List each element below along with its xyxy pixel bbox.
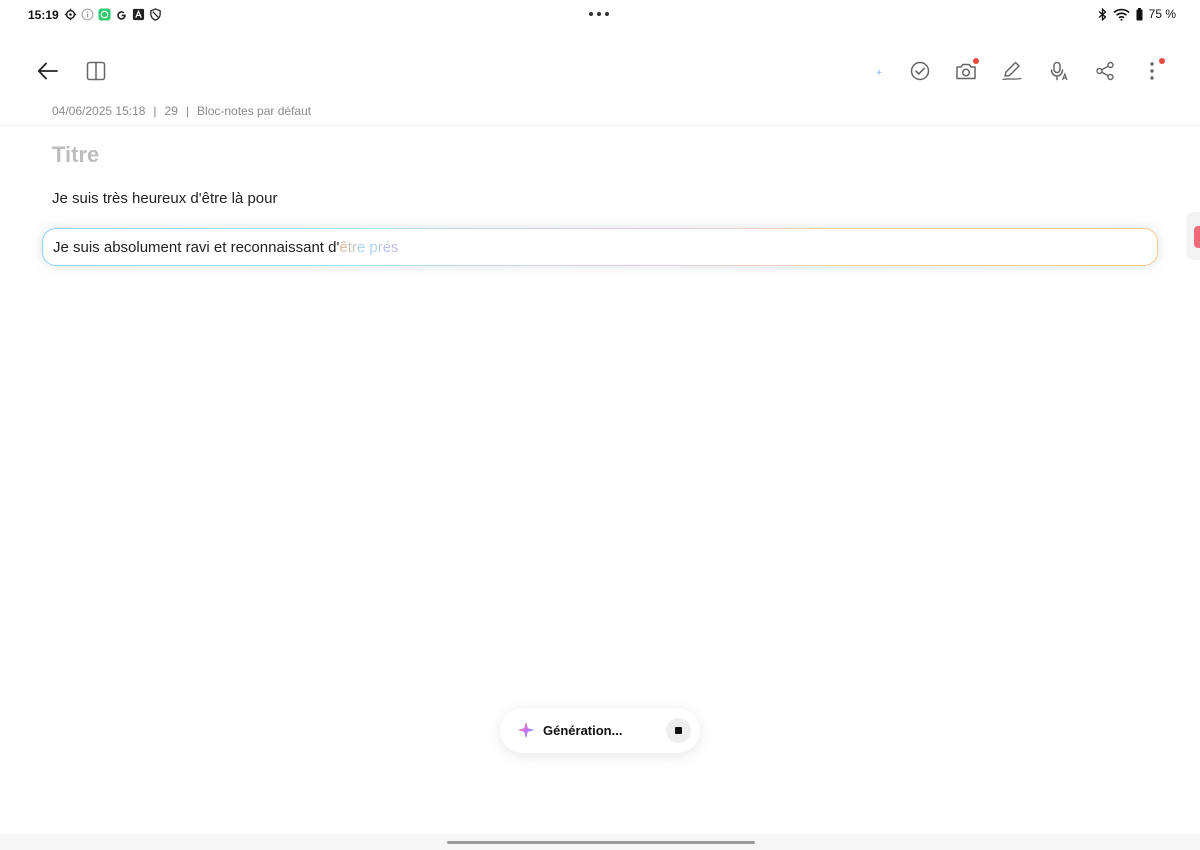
notes-app-screen: 15:19 75 % 04/06/2025 15:18 | 29 | Bloc-…: [0, 0, 1200, 850]
ai-sparkle-icon: [517, 721, 535, 739]
split-view-button[interactable]: [75, 50, 117, 92]
more-badge: [1159, 58, 1165, 64]
share-button[interactable]: [1084, 50, 1126, 92]
home-indicator[interactable]: [447, 841, 755, 844]
wifi-icon: [1113, 8, 1130, 21]
ai-format-button[interactable]: [852, 50, 894, 92]
voice-icon: [1050, 61, 1068, 81]
info-icon: [81, 8, 94, 21]
stop-generation-button[interactable]: [666, 718, 691, 743]
more-options-button[interactable]: [1131, 50, 1173, 92]
status-bar: 15:19 75 %: [0, 0, 1200, 30]
meta-separator: |: [185, 104, 190, 118]
back-button[interactable]: [27, 50, 69, 92]
more-icon: [1150, 62, 1154, 80]
pen-button[interactable]: [991, 50, 1033, 92]
ai-text-pending: être prés: [339, 239, 399, 256]
ai-generated-text: Je suis absolument ravi et reconnaissant…: [53, 239, 399, 256]
bluetooth-icon: [1098, 7, 1107, 21]
note-date: 04/06/2025 15:18: [52, 104, 146, 118]
note-char-count: 29: [164, 104, 178, 118]
checklist-icon: [910, 61, 930, 81]
camera-icon: [956, 63, 976, 80]
note-toolbar: [0, 50, 1200, 92]
battery-icon: [1136, 7, 1143, 20]
shield-icon: [149, 8, 162, 21]
ai-generation-pill: Génération...: [500, 708, 700, 753]
whatsapp-icon: [98, 8, 111, 21]
status-system-icons: 75 %: [1098, 7, 1176, 21]
ai-generated-line[interactable]: Je suis absolument ravi et reconnaissant…: [42, 228, 1158, 266]
side-panel-indicator: [1194, 226, 1200, 248]
camera-badge: [973, 58, 979, 64]
battery-level: 75 %: [1148, 7, 1176, 21]
camera-button[interactable]: [945, 50, 987, 92]
pen-icon: [1002, 61, 1022, 81]
stop-icon: [675, 727, 682, 734]
note-body-line[interactable]: Je suis très heureux d'être là pour: [52, 190, 277, 207]
checklist-button[interactable]: [899, 50, 941, 92]
back-arrow-icon: [37, 62, 58, 80]
note-notebook[interactable]: Bloc-notes par défaut: [197, 104, 311, 118]
generation-status-label: Génération...: [543, 723, 623, 738]
voice-input-button[interactable]: [1038, 50, 1080, 92]
ai-format-icon: [863, 64, 883, 80]
status-notification-icons: [64, 8, 162, 21]
meta-separator: |: [153, 104, 157, 118]
note-title-field[interactable]: Titre: [52, 142, 99, 168]
google-icon: [115, 8, 128, 21]
ai-text-main: Je suis absolument ravi et reconnaissant…: [53, 239, 340, 256]
share-icon: [1096, 61, 1114, 81]
multiwindow-handle[interactable]: [589, 12, 609, 16]
split-view-icon: [86, 61, 106, 81]
settings-icon: [64, 8, 77, 21]
note-metadata: 04/06/2025 15:18 | 29 | Bloc-notes par d…: [52, 104, 311, 118]
translate-icon: [132, 8, 145, 21]
status-time: 15:19: [28, 8, 59, 22]
header-divider: [0, 125, 1200, 126]
